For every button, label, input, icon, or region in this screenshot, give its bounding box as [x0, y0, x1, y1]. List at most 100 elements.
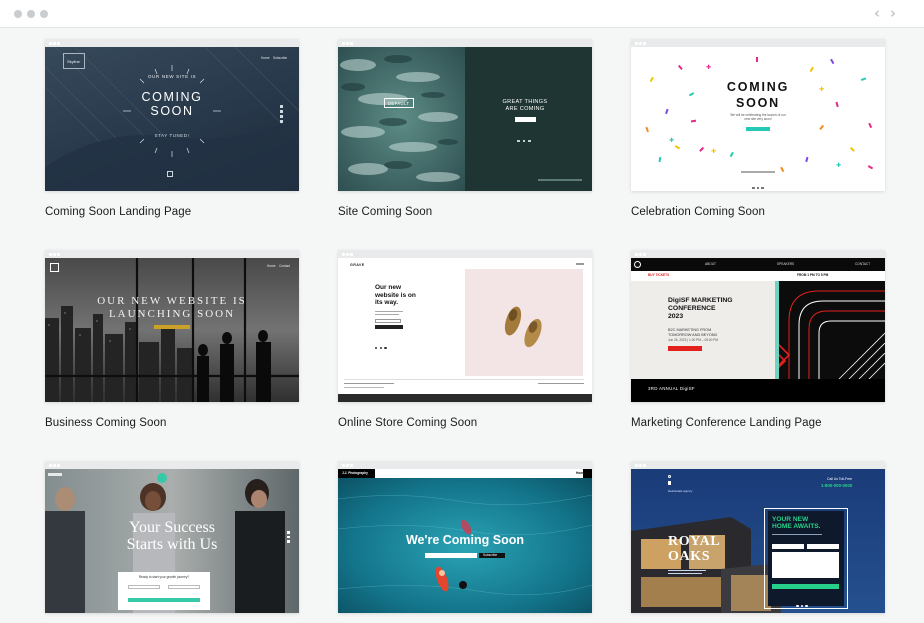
template-thumbnail[interactable]: Your Success Starts with Us Ready to sta…: [45, 461, 299, 613]
window-dot: [27, 10, 35, 18]
preview-brand: J.J. Photography: [342, 471, 368, 475]
preview-title-line1: DigiSF MARKETING: [668, 297, 733, 304]
preview-time: FROM 1 PM TO 5 PM: [797, 273, 829, 277]
preview-footer-line: [344, 383, 394, 385]
city-office-photo: [45, 258, 299, 402]
svg-text:✚: ✚: [836, 162, 841, 169]
preview-text-line: [375, 311, 403, 313]
preview-heading-line2: SOON: [735, 96, 780, 110]
template-thumbnail[interactable]: DEFAULT GREAT THINGS ARE COMING: [338, 39, 592, 191]
svg-text:✚: ✚: [706, 64, 711, 71]
preview-email-field: [375, 319, 401, 323]
preview-project-line2: OAKS: [668, 549, 711, 564]
template-thumbnail[interactable]: ✚ ✚ ✚ ✚ ✚ COMING SOON We will be celebra…: [631, 39, 885, 191]
preview-browser-bar: [338, 39, 592, 47]
preview-browser-bar: [631, 250, 885, 258]
preview-heading-line3: its way.: [375, 299, 399, 306]
template-thumbnail[interactable]: Real Estate Agency Call Us Toll-Free 1-8…: [631, 461, 885, 613]
preview-buy-tickets: BUY TICKETS: [648, 273, 670, 277]
preview-footer-line: [538, 383, 584, 385]
preview-cta-button: [154, 325, 190, 329]
preview-center-logo: [157, 473, 167, 483]
preview-footer-line: [538, 179, 582, 181]
preview-nav-about: ABOUT: [705, 262, 716, 266]
preview-heading-line1: Our new: [375, 284, 402, 291]
preview-notify-button: [515, 117, 536, 122]
preview-heading-line2: SOON: [150, 104, 194, 118]
preview-text-line: [772, 534, 822, 536]
preview-form-field: [128, 585, 160, 589]
preview-browser-bar: [631, 39, 885, 47]
preview-kicker: OUR NEW SITE IS: [147, 74, 197, 79]
shoes-graphic: [504, 306, 542, 348]
preview-form-field: [168, 585, 200, 589]
template-title[interactable]: Celebration Coming Soon: [631, 206, 765, 218]
preview-subscribe-button: Subscribe: [479, 553, 505, 558]
template-title[interactable]: Coming Soon Landing Page: [45, 206, 191, 218]
preview-sub-line2: TOMORROW AND BEYOND: [668, 333, 718, 337]
preview-logo-box: DEFAULT: [384, 98, 414, 108]
preview-logo: DEFAULT: [388, 101, 410, 106]
preview-logo: Skyline: [67, 59, 80, 64]
preview-social-icons: [752, 176, 764, 189]
preview-nav-home: Home: [267, 264, 276, 268]
template-thumbnail[interactable]: GRAVE Our new website is on its way.: [338, 250, 592, 402]
preview-form-field: [772, 544, 804, 549]
window-dot: [14, 10, 22, 18]
template-thumbnail[interactable]: J.J. Photography Home We're Coming Soon …: [338, 461, 592, 613]
preview-form-title: Ready to start your growth journey?: [138, 575, 190, 579]
preview-subscribe-button: [375, 325, 403, 329]
preview-form-message: [772, 552, 839, 578]
preview-screen: Your Success Starts with Us Ready to sta…: [45, 469, 299, 613]
preview-screen: DEFAULT GREAT THINGS ARE COMING: [338, 47, 592, 191]
preview-social-icons: [693, 274, 731, 287]
template-title[interactable]: Online Store Coming Soon: [338, 417, 477, 429]
preview-headline-line1: GREAT THINGS: [502, 99, 548, 105]
template-thumbnail[interactable]: Home Contact OUR NEW WEBSITE IS LAUNCHIN…: [45, 250, 299, 402]
preview-nav-home: Home: [576, 471, 585, 475]
preview-logo-box: Skyline: [63, 53, 85, 69]
preview-subtext: We will be celebrating the launch of our…: [730, 113, 786, 121]
preview-social-icons: [287, 531, 290, 547]
preview-nav-bar: [631, 258, 885, 271]
template-thumbnail[interactable]: ABOUT SPEAKERS CONTACT BUY TICKETS FROM …: [631, 250, 885, 402]
preview-heading-line1: COMING: [726, 80, 790, 94]
preview-form-field: [807, 544, 839, 549]
preview-headline-line2: ARE COMING: [505, 106, 545, 112]
template-title[interactable]: Business Coming Soon: [45, 417, 167, 429]
preview-title-line3: 2023: [668, 313, 684, 320]
preview-ticket-button: [668, 346, 702, 351]
preview-heading: We're Coming Soon: [405, 533, 525, 547]
preview-scroll-icon: [167, 171, 173, 177]
chevron-left-icon[interactable]: ‹: [874, 4, 880, 22]
svg-text:✚: ✚: [819, 86, 824, 93]
template-thumbnail[interactable]: Skyline Home Subscribe OUR NEW SITE IS C…: [45, 39, 299, 191]
preview-nav-subscribe: Subscribe: [273, 56, 288, 60]
preview-screen: GRAVE Our new website is on its way.: [338, 258, 592, 402]
window-dot: [40, 10, 48, 18]
preview-logo: GRAVE: [350, 263, 365, 267]
preview-screen: J.J. Photography Home We're Coming Soon …: [338, 469, 592, 613]
preview-heading-line2: Starts with Us: [126, 536, 218, 553]
preview-footer-line: [344, 387, 384, 389]
preview-menu-icon: [576, 263, 584, 265]
preview-browser-bar: [45, 250, 299, 258]
preview-form-panel: Ready to start your growth journey?: [118, 572, 210, 610]
preview-heading-line2: LAUNCHING SOON: [108, 308, 236, 320]
svg-text:✚: ✚: [669, 137, 674, 144]
preview-title-line2: CONFERENCE: [668, 305, 716, 312]
preview-nav-home: Home: [261, 56, 270, 60]
chevron-right-icon[interactable]: ›: [890, 4, 896, 22]
preview-heading-line1: YOUR NEW: [772, 516, 809, 523]
preview-heading-line2: website is on: [375, 291, 416, 299]
preview-browser-bar: [631, 461, 885, 469]
preview-subscribe-label: Subscribe: [483, 552, 498, 557]
template-grid: Skyline Home Subscribe OUR NEW SITE IS C…: [0, 28, 924, 623]
preview-browser-bar: [338, 250, 592, 258]
preview-screen: ✚ ✚ ✚ ✚ ✚ COMING SOON We will be celebra…: [631, 47, 885, 191]
template-title[interactable]: Marketing Conference Landing Page: [631, 417, 822, 429]
template-title[interactable]: Site Coming Soon: [338, 206, 432, 218]
svg-text:✚: ✚: [711, 148, 716, 155]
preview-sub-line1: B2C MARKETING FROM: [668, 328, 712, 332]
preview-project-line1: ROYAL: [668, 534, 721, 549]
